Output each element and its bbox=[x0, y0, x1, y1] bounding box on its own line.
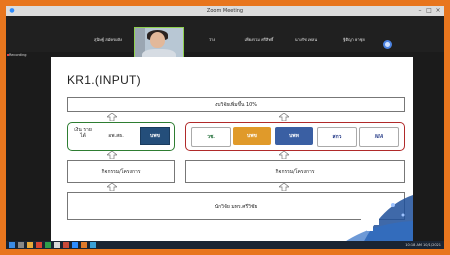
left-activity-box: กิจกรรม/โครงการ bbox=[67, 160, 175, 183]
rspg-label: อพ.สธ. bbox=[108, 133, 124, 139]
green-source-group: เงิน รายได้ อพ.สธ. บพข bbox=[67, 122, 175, 151]
app-icon[interactable] bbox=[81, 242, 87, 248]
logo-bpt: บพท bbox=[275, 127, 313, 145]
window-title: Zoom Meeting bbox=[206, 8, 244, 14]
app-icon[interactable] bbox=[90, 242, 96, 248]
participant-avatar[interactable] bbox=[383, 40, 392, 49]
app-icon[interactable] bbox=[36, 242, 42, 248]
red-source-group: วช. บพข บพท สกว NIA bbox=[185, 122, 405, 151]
top-bar: งบวิจัยเพิ่มขึ้น 10% bbox=[67, 97, 405, 112]
up-arrow-icon bbox=[107, 113, 117, 121]
taskbar: 10:18 AM 10/1/2021 bbox=[6, 241, 444, 249]
shield-icon: ● bbox=[9, 7, 15, 14]
folder-icon[interactable] bbox=[27, 242, 33, 248]
up-arrow-icon bbox=[107, 151, 117, 159]
maximize-icon[interactable]: □ bbox=[425, 7, 433, 15]
up-arrow-icon bbox=[279, 151, 289, 159]
meeting-window: Zoom Meeting ● – □ × สุนิษฐ์ สมัครผลัง T… bbox=[6, 6, 444, 249]
sidebar-label: Recording bbox=[9, 53, 27, 57]
up-arrow-icon bbox=[279, 183, 289, 191]
logo-trf: สกว bbox=[317, 127, 357, 147]
app-icon[interactable] bbox=[54, 242, 60, 248]
participant-strip: สุนิษฐ์ สมัครผลัง Tasaniya ว่าง เพียงรวม… bbox=[6, 16, 444, 62]
income-label: เงิน รายได้ bbox=[74, 127, 92, 139]
logo-nrct: วช. bbox=[191, 127, 231, 147]
app-icon[interactable] bbox=[45, 242, 51, 248]
logo-nia: NIA bbox=[359, 127, 399, 147]
title-bar: Zoom Meeting ● – □ × bbox=[6, 6, 444, 16]
right-activity-box: กิจกรรม/โครงการ bbox=[185, 160, 405, 183]
close-icon[interactable]: × bbox=[434, 7, 442, 15]
app-icon[interactable] bbox=[63, 242, 69, 248]
up-arrow-icon bbox=[107, 183, 117, 191]
logo-bpk: บพข bbox=[140, 127, 170, 145]
participant-tile[interactable]: สุนิษฐ์ สมัครผลัง bbox=[84, 36, 132, 44]
top-bar-label: งบวิจัยเพิ่มขึ้น 10% bbox=[214, 102, 258, 108]
slide-title: KR1.(INPUT) bbox=[67, 73, 141, 87]
decorative-corner-graphic bbox=[343, 195, 413, 243]
minimize-icon[interactable]: – bbox=[416, 7, 424, 15]
left-activity-label: กิจกรรม/โครงการ bbox=[101, 169, 141, 175]
logo-text: บพข bbox=[150, 133, 160, 139]
participant-tile[interactable]: ฐิติญา ยาชุย bbox=[332, 36, 376, 44]
participant-tile[interactable]: นางรัช เทลน bbox=[286, 36, 326, 44]
start-icon[interactable] bbox=[9, 242, 15, 248]
clock: 10:18 AM 10/1/2021 bbox=[405, 243, 441, 247]
participant-tile[interactable]: เพียงรวม ศรีสิทธิ์ bbox=[236, 36, 282, 44]
logo-bpk-orange: บพข bbox=[233, 127, 271, 145]
up-arrow-icon bbox=[279, 113, 289, 121]
right-activity-label: กิจกรรม/โครงการ bbox=[275, 169, 315, 175]
person-face bbox=[150, 32, 165, 48]
participant-tile[interactable]: ว่าง bbox=[192, 36, 232, 44]
zoom-app-icon[interactable] bbox=[72, 242, 78, 248]
shared-slide: KR1.(INPUT) งบวิจัยเพิ่มขึ้น 10% เงิน รา… bbox=[51, 57, 413, 243]
search-icon[interactable] bbox=[18, 242, 24, 248]
